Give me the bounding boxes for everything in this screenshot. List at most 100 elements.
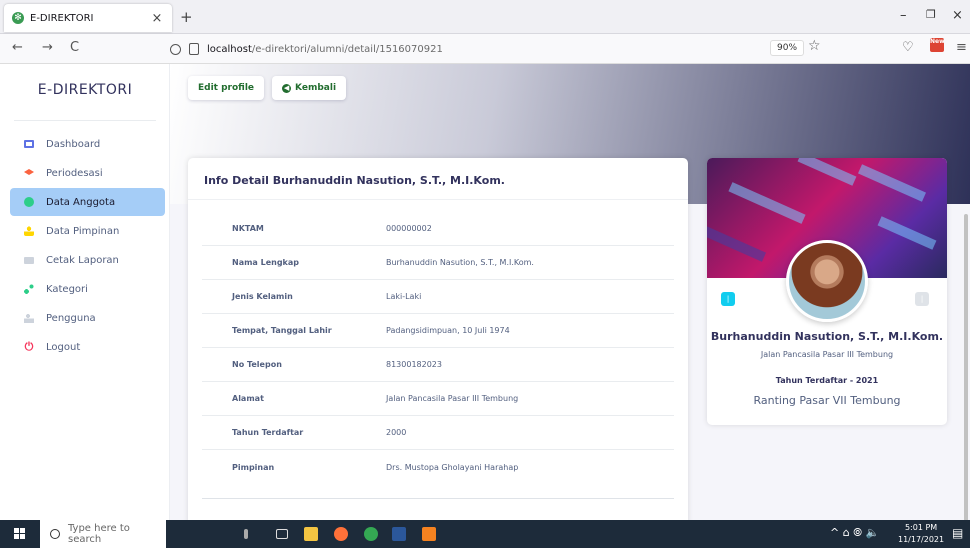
row-key: Tahun Terdaftar xyxy=(232,428,304,437)
table-row: NKTAM 000000002 xyxy=(202,212,674,246)
edit-profile-label: Edit profile xyxy=(198,83,255,93)
detail-title: Info Detail Burhanuddin Nasution, S.T., … xyxy=(188,158,688,200)
taskbar-clock[interactable]: 5:01 PM 11/17/2021 xyxy=(898,522,944,546)
power-icon: ⏻ xyxy=(24,340,34,353)
back-button[interactable]: ◀ Kembali xyxy=(272,76,347,100)
sidebar-item-label: Kategori xyxy=(46,283,88,295)
page-icon xyxy=(189,43,199,55)
window-close-icon[interactable]: × xyxy=(952,8,963,23)
profile-name: Burhanuddin Nasution, S.T., M.I.Kom. xyxy=(710,330,944,343)
table-row: Alamat Jalan Pancasila Pasar III Tembung xyxy=(202,382,674,416)
edit-profile-button[interactable]: Edit profile xyxy=(188,76,265,100)
row-key: NKTAM xyxy=(232,224,264,233)
row-value: Drs. Mustopa Gholayani Harahap xyxy=(386,462,519,472)
graduation-cap-icon xyxy=(24,169,34,175)
scrollbar[interactable] xyxy=(964,214,968,520)
zoom-indicator[interactable]: 90% xyxy=(770,40,805,56)
message-button[interactable]: | xyxy=(915,292,929,306)
row-key: No Telepon xyxy=(232,360,282,369)
sidebar-item-data-pimpinan[interactable]: Data Pimpinan xyxy=(10,217,165,245)
address-bar[interactable]: localhost/e-direktori/alumni/detail/1516… xyxy=(170,38,798,60)
sidebar-item-kategori[interactable]: Kategori xyxy=(10,275,165,303)
back-arrow-icon: ◀ xyxy=(282,83,292,93)
connect-button[interactable]: | xyxy=(721,292,735,306)
site-favicon-icon: ✻ xyxy=(12,12,24,24)
sidebar-item-cetak-laporan[interactable]: Cetak Laporan xyxy=(10,246,165,274)
new-tab-button[interactable]: + xyxy=(180,8,193,26)
browser-toolbar: ← → C localhost/e-direktori/alumni/detai… xyxy=(0,34,970,64)
mic-icon[interactable] xyxy=(244,529,248,539)
table-row: Nama Lengkap Burhanuddin Nasution, S.T., … xyxy=(202,246,674,280)
close-tab-icon[interactable]: × xyxy=(150,11,164,26)
row-key: Nama Lengkap xyxy=(232,258,300,267)
row-value: Padangsidimpuan, 10 Juli 1974 xyxy=(386,326,510,335)
shield-icon[interactable] xyxy=(170,43,181,55)
sidebar-item-logout[interactable]: ⏻ Logout xyxy=(10,333,165,361)
divider xyxy=(14,120,156,121)
user-circle-icon xyxy=(24,197,34,207)
notification-icon[interactable]: ▤ xyxy=(952,526,963,540)
clock-date: 11/17/2021 xyxy=(898,535,945,544)
table-row: Pimpinan Drs. Mustopa Gholayani Harahap xyxy=(202,450,674,484)
browser-tab[interactable]: ✻ E-DIREKTORI × xyxy=(4,4,172,32)
pocket-icon[interactable]: ♡ xyxy=(902,40,914,55)
clock-time: 5:01 PM xyxy=(904,523,938,532)
profile-branch: Ranting Pasar VII Tembung xyxy=(753,394,901,407)
task-view-icon[interactable] xyxy=(276,529,288,539)
table-row: Tempat, Tanggal Lahir Padangsidimpuan, 10… xyxy=(202,314,674,348)
cortana-icon xyxy=(50,529,60,539)
sidebar-item-label: Data Pimpinan xyxy=(46,225,120,237)
row-key: Pimpinan xyxy=(232,462,275,472)
cover-stripe xyxy=(877,216,937,250)
windows-start-icon[interactable] xyxy=(14,528,26,540)
bookmark-star-icon[interactable]: ☆ xyxy=(808,38,821,54)
url-domain: localhost xyxy=(207,43,252,55)
print-icon xyxy=(24,256,34,264)
cover-stripe xyxy=(797,158,857,186)
table-row: No Telepon 81300182023 xyxy=(202,348,674,382)
cover-stripe xyxy=(857,164,927,202)
browser-tab-bar: ✻ E-DIREKTORI × + – ❐ × xyxy=(0,0,970,34)
extension-new-icon[interactable]: New xyxy=(930,38,945,52)
search-placeholder: Type here to search xyxy=(67,523,130,545)
profile-year: Tahun Terdaftar - 2021 xyxy=(775,376,879,385)
brand-title[interactable]: E-DIREKTORI xyxy=(0,82,170,98)
cover-stripe xyxy=(728,182,806,224)
row-value: Laki-Laki xyxy=(386,292,422,301)
cover-stripe xyxy=(707,224,767,262)
table-row: Tahun Terdaftar 2000 xyxy=(202,416,674,450)
taskbar: Type here to search ^ ⌂ ⦾ 🔈 5:01 PM 11/1… xyxy=(0,520,970,548)
restore-icon[interactable]: ❐ xyxy=(926,8,936,21)
system-tray-icons[interactable]: ^ ⌂ ⦾ 🔈 xyxy=(830,526,879,540)
sidebar-item-pengguna[interactable]: Pengguna xyxy=(10,304,165,332)
xampp-icon[interactable] xyxy=(422,527,436,541)
sidebar-item-label: Cetak Laporan xyxy=(46,254,119,266)
table-row: Jenis Kelamin Laki-Laki xyxy=(202,280,674,314)
row-value: 81300182023 xyxy=(386,360,442,369)
url-path: /e-direktori/alumni/detail/1516070921 xyxy=(251,43,443,55)
detail-table: NKTAM 000000002 Nama Lengkap Burhanuddin N… xyxy=(202,212,674,484)
file-explorer-icon[interactable] xyxy=(304,527,318,541)
word-icon[interactable] xyxy=(392,527,406,541)
row-value: 000000002 xyxy=(386,224,432,233)
row-value: Burhanuddin Nasution, S.T., M.I.Kom. xyxy=(386,258,534,267)
sidebar-item-periodesasi[interactable]: Periodesasi xyxy=(10,159,165,187)
sidebar-item-label: Periodesasi xyxy=(46,167,103,179)
sidebar-item-dashboard[interactable]: Dashboard xyxy=(10,130,165,158)
row-value: 2000 xyxy=(386,428,407,437)
sidebar-menu: Dashboard Periodesasi Data Anggota Data … xyxy=(10,130,165,362)
sidebar-item-data-anggota[interactable]: Data Anggota xyxy=(10,188,165,216)
sidebar-item-label: Pengguna xyxy=(46,312,96,324)
taskbar-search-input[interactable]: Type here to search xyxy=(40,520,166,548)
tags-icon xyxy=(24,284,34,294)
firefox-icon[interactable] xyxy=(334,527,348,541)
forward-icon[interactable]: → xyxy=(42,40,53,55)
hamburger-menu-icon[interactable]: ≡ xyxy=(956,40,967,55)
sidebar-item-label: Data Anggota xyxy=(46,196,116,208)
minimize-icon[interactable]: – xyxy=(900,8,907,23)
reload-icon[interactable]: C xyxy=(70,40,79,55)
sidebar-item-label: Logout xyxy=(46,341,81,353)
back-icon[interactable]: ← xyxy=(12,40,23,55)
monitor-icon xyxy=(24,140,34,148)
chrome-icon[interactable] xyxy=(364,527,378,541)
